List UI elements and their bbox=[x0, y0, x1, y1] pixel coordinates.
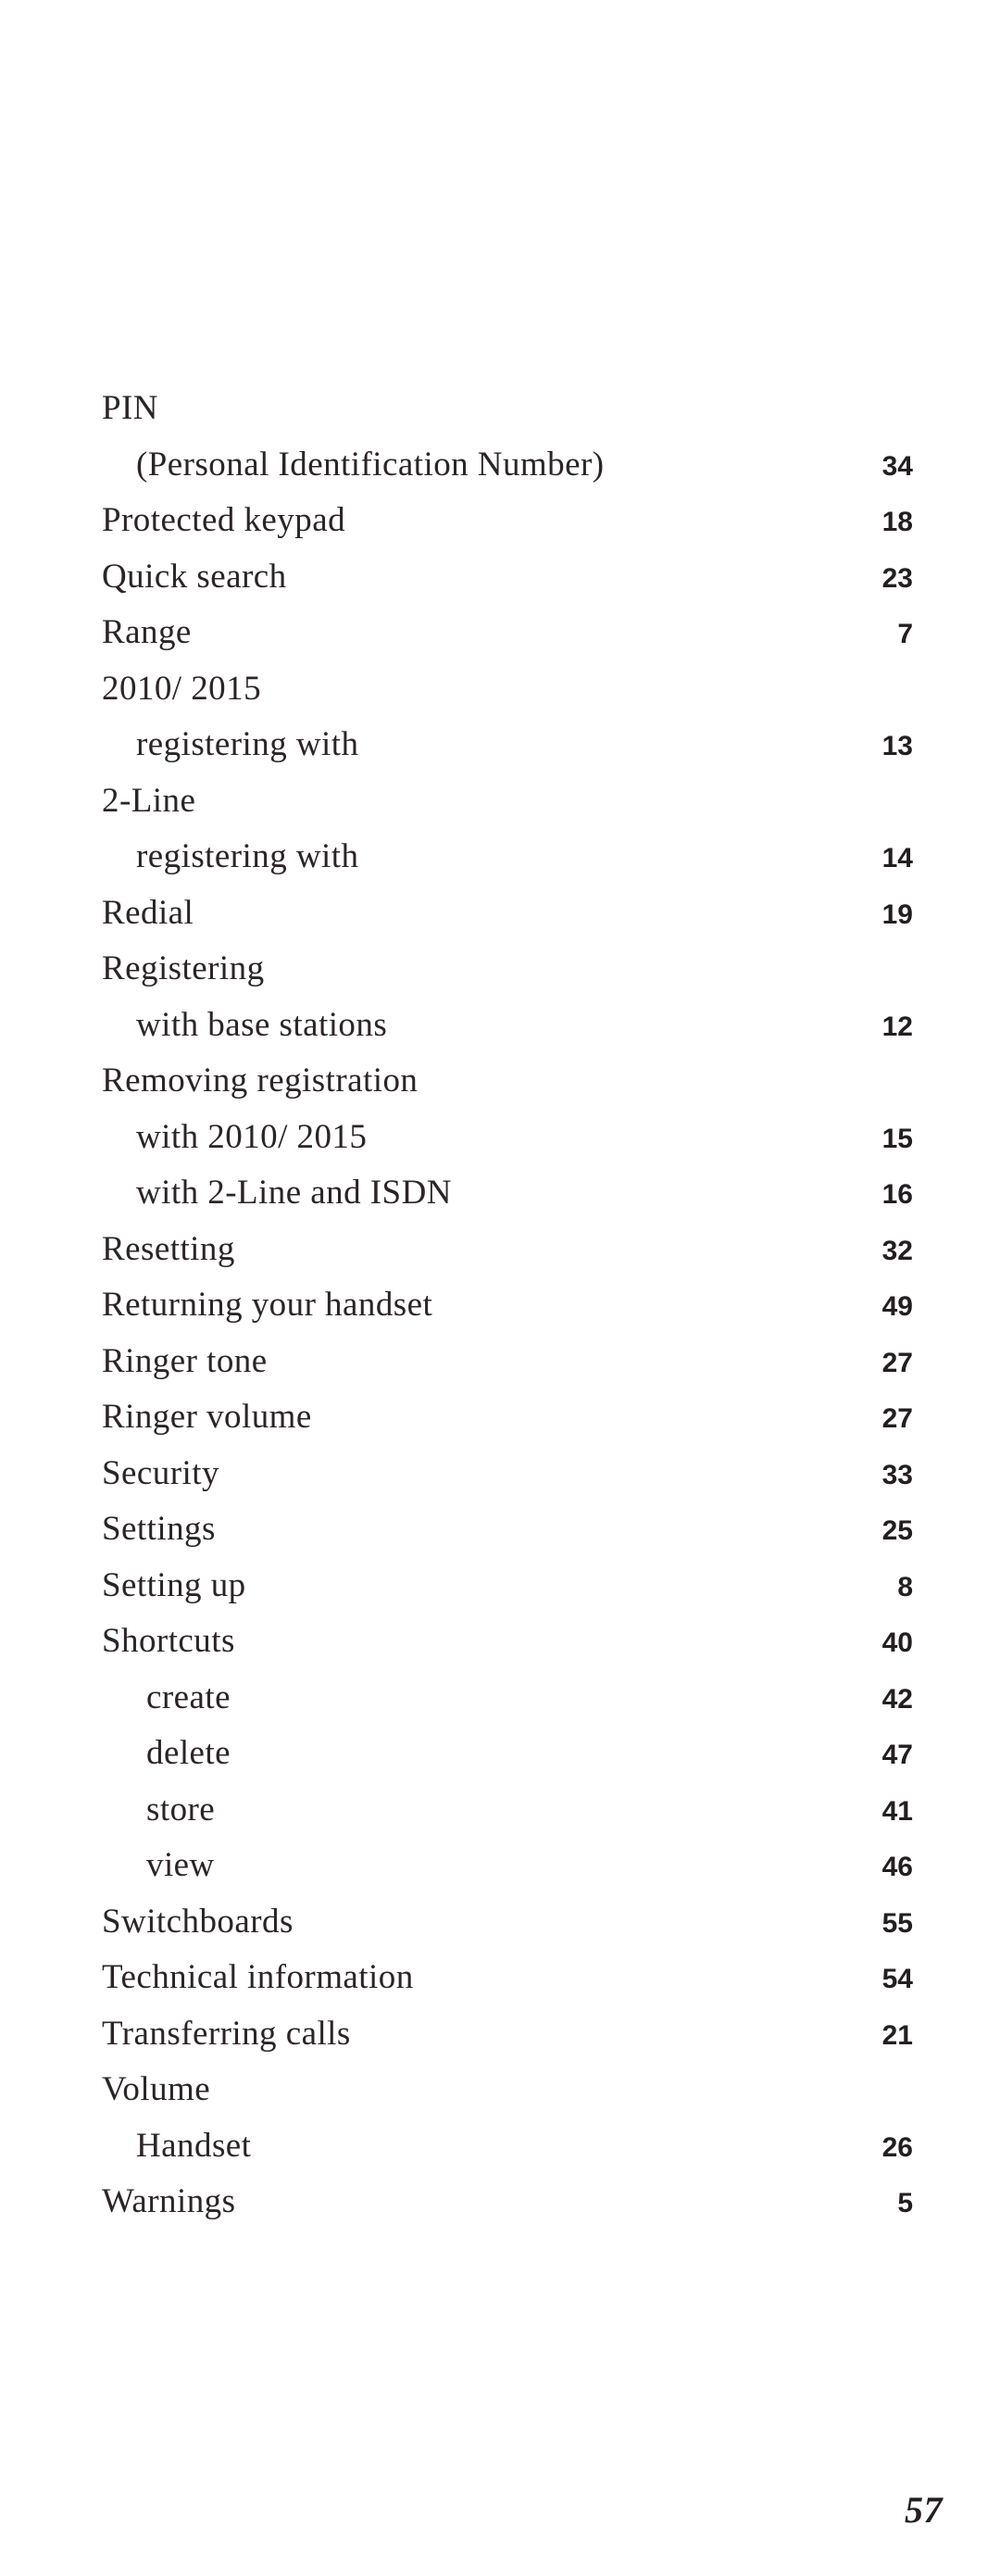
index-entry-label: registering with bbox=[136, 725, 359, 763]
index-entry-page-number: 47 bbox=[881, 1740, 913, 1770]
index-entry-page-number: 7 bbox=[897, 619, 913, 649]
index-entry-page-number: 26 bbox=[881, 2131, 913, 2163]
index-entry-label: Ringer tone bbox=[102, 1341, 268, 1380]
index-entry-page-number: 23 bbox=[881, 562, 913, 594]
index-entry-page-number: 49 bbox=[881, 1291, 913, 1322]
index-entry-page-number: 8 bbox=[897, 1571, 913, 1602]
index-entry-row: Returning your handset 49 bbox=[102, 1277, 915, 1334]
index-entry-label: registering with bbox=[136, 837, 359, 875]
index-entry-row: Volume bbox=[102, 2062, 915, 2118]
index-entry-label: Volume bbox=[102, 2070, 211, 2108]
index-entry-row: Setting up 8 bbox=[102, 1558, 915, 1615]
index-entry-row: Security 33 bbox=[102, 1446, 915, 1502]
index-entry-page-number: 14 bbox=[881, 843, 913, 873]
index-entry-label: Returning your handset bbox=[102, 1286, 433, 1324]
index-entry-label: PIN bbox=[102, 389, 158, 427]
index-entry-row: Transferring calls 21 bbox=[102, 2006, 915, 2063]
index-entry-row: Registering bbox=[102, 941, 915, 998]
index-entry-label: Redial bbox=[102, 893, 194, 932]
index-entry-row: Technical information 54 bbox=[102, 1950, 915, 2006]
index-entry-row: Protected keypad 18 bbox=[102, 493, 915, 549]
index-entry-page-number: 16 bbox=[881, 1179, 913, 1210]
index-entry-label: with 2-Line and ISDN bbox=[136, 1174, 452, 1212]
index-entry-label: Removing registration bbox=[102, 1062, 419, 1100]
index-entry-label: with base stations bbox=[136, 1005, 388, 1044]
index-entry-list: PIN (Personal Identification Number) 34 Pro… bbox=[102, 381, 915, 2230]
index-entry-row: Shortcuts 40 bbox=[102, 1614, 915, 1670]
index-entry-row: 2010/ 2015 bbox=[102, 661, 915, 718]
index-entry-label: Protected keypad bbox=[102, 501, 346, 539]
index-entry-label: store bbox=[146, 1790, 216, 1828]
index-entry-label: Registering bbox=[102, 949, 265, 987]
index-entry-page-number: 18 bbox=[881, 507, 913, 537]
index-entry-row: with 2010/ 2015 15 bbox=[102, 1110, 915, 1166]
index-entry-page-number: 42 bbox=[881, 1683, 913, 1715]
index-entry-row: Settings 25 bbox=[102, 1502, 915, 1558]
index-entry-label: Setting up bbox=[102, 1565, 246, 1604]
index-entry-label: Shortcuts bbox=[102, 1622, 235, 1660]
index-entry-page-number: 19 bbox=[881, 898, 913, 930]
index-entry-row: PIN bbox=[102, 381, 915, 437]
index-entry-row: (Personal Identification Number) 34 bbox=[102, 437, 915, 494]
index-entry-row: Quick search 23 bbox=[102, 549, 915, 606]
index-entry-page-number: 41 bbox=[881, 1795, 913, 1827]
index-entry-label: view bbox=[146, 1846, 215, 1884]
index-entry-row: Ringer volume 27 bbox=[102, 1389, 915, 1446]
index-entry-page-number: 25 bbox=[881, 1515, 913, 1546]
index-entry-label: Ringer volume bbox=[102, 1398, 312, 1436]
index-entry-page-number: 27 bbox=[881, 1347, 913, 1378]
index-entry-row: 2-Line bbox=[102, 773, 915, 830]
index-entry-label: 2-Line bbox=[102, 781, 196, 820]
index-entry-page-number: 54 bbox=[881, 1964, 913, 1994]
index-entry-row: create 42 bbox=[102, 1670, 915, 1727]
index-entry-page-number: 21 bbox=[881, 2019, 913, 2051]
index-entry-label: Security bbox=[102, 1453, 219, 1492]
index-entry-row: Redial 19 bbox=[102, 886, 915, 942]
index-entry-label: Transferring calls bbox=[102, 2014, 351, 2053]
index-entry-label: Switchboards bbox=[102, 1902, 294, 1941]
index-entry-page-number: 33 bbox=[881, 1459, 913, 1490]
index-entry-label: Settings bbox=[102, 1510, 216, 1548]
index-entry-page-number: 27 bbox=[881, 1403, 913, 1434]
index-entry-page-number: 40 bbox=[881, 1627, 913, 1658]
index-entry-page-number: 5 bbox=[897, 2188, 913, 2218]
index-entry-label: Warnings bbox=[102, 2182, 236, 2220]
index-entry-row: delete 47 bbox=[102, 1726, 915, 1782]
index-entry-label: with 2010/ 2015 bbox=[136, 1117, 368, 1156]
index-entry-row: view 46 bbox=[102, 1838, 915, 1894]
index-entry-page-number: 32 bbox=[881, 1235, 913, 1266]
index-page: PIN (Personal Identification Number) 34 Pro… bbox=[0, 0, 1000, 2576]
index-entry-page-number: 34 bbox=[881, 450, 913, 482]
index-entry-row: Switchboards 55 bbox=[102, 1894, 915, 1951]
index-entry-label: Handset bbox=[136, 2126, 252, 2165]
index-entry-row: Range 7 bbox=[102, 605, 915, 661]
index-entry-row: Removing registration bbox=[102, 1053, 915, 1110]
index-entry-label: (Personal Identification Number) bbox=[136, 445, 605, 484]
index-entry-row: Warnings 5 bbox=[102, 2174, 915, 2230]
index-entry-row: registering with 14 bbox=[102, 829, 915, 886]
index-entry-page-number: 15 bbox=[881, 1123, 913, 1154]
index-entry-page-number: 13 bbox=[881, 731, 913, 761]
index-entry-row: registering with 13 bbox=[102, 717, 915, 773]
index-entry-row: Handset 26 bbox=[102, 2118, 915, 2175]
index-entry-label: Range bbox=[102, 613, 192, 651]
page-number-folio: 57 bbox=[905, 2489, 943, 2531]
index-entry-label: delete bbox=[146, 1734, 231, 1772]
index-entry-row: Resetting 32 bbox=[102, 1222, 915, 1278]
index-entry-label: Technical information bbox=[102, 1958, 414, 1996]
index-entry-page-number: 46 bbox=[881, 1852, 913, 1882]
index-entry-label: Quick search bbox=[102, 557, 287, 596]
index-entry-row: store 41 bbox=[102, 1782, 915, 1839]
index-entry-page-number: 55 bbox=[881, 1907, 913, 1939]
index-entry-row: with 2-Line and ISDN 16 bbox=[102, 1165, 915, 1222]
index-entry-label: Resetting bbox=[102, 1229, 235, 1268]
index-entry-label: create bbox=[146, 1678, 231, 1716]
index-entry-row: Ringer tone 27 bbox=[102, 1334, 915, 1390]
index-entry-row: with base stations 12 bbox=[102, 998, 915, 1054]
index-entry-label: 2010/ 2015 bbox=[102, 669, 262, 708]
index-entry-page-number: 12 bbox=[881, 1011, 913, 1042]
